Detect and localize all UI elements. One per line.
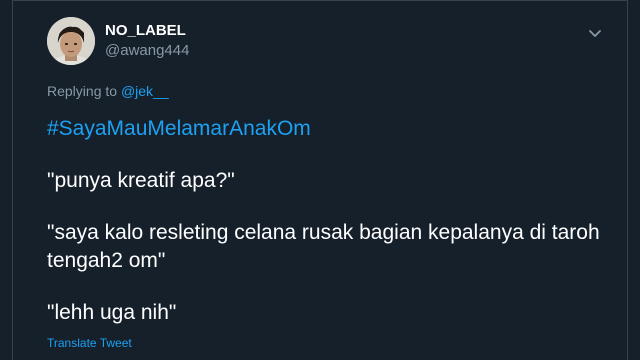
author-names: NO_LABEL @awang444: [105, 17, 189, 65]
tweet-header: NO_LABEL @awang444: [47, 17, 189, 65]
replying-to-label: Replying to: [47, 83, 121, 99]
chevron-down-icon: [589, 30, 601, 37]
hashtag-link[interactable]: #SayaMauMelamarAnakOm: [47, 117, 311, 140]
tweet-paragraph: "punya kreatif apa?": [47, 169, 235, 192]
author-handle[interactable]: @awang444: [105, 41, 189, 61]
translate-tweet-link[interactable]: Translate Tweet: [47, 335, 132, 351]
tweet-card: NO_LABEL @awang444 Replying to @jek__ #S…: [12, 0, 628, 360]
tweet-body: #SayaMauMelamarAnakOm "punya kreatif apa…: [47, 115, 607, 327]
replying-to: Replying to @jek__: [47, 81, 169, 101]
avatar[interactable]: [47, 17, 95, 65]
avatar-photo: [47, 17, 95, 65]
more-options-button[interactable]: [585, 23, 605, 43]
tweet-paragraph: "lehh uga nih": [47, 301, 177, 324]
tweet-paragraph: "saya kalo resleting celana rusak bagian…: [47, 221, 600, 272]
author-display-name[interactable]: NO_LABEL: [105, 21, 189, 41]
reply-mention-link[interactable]: @jek__: [121, 83, 169, 99]
